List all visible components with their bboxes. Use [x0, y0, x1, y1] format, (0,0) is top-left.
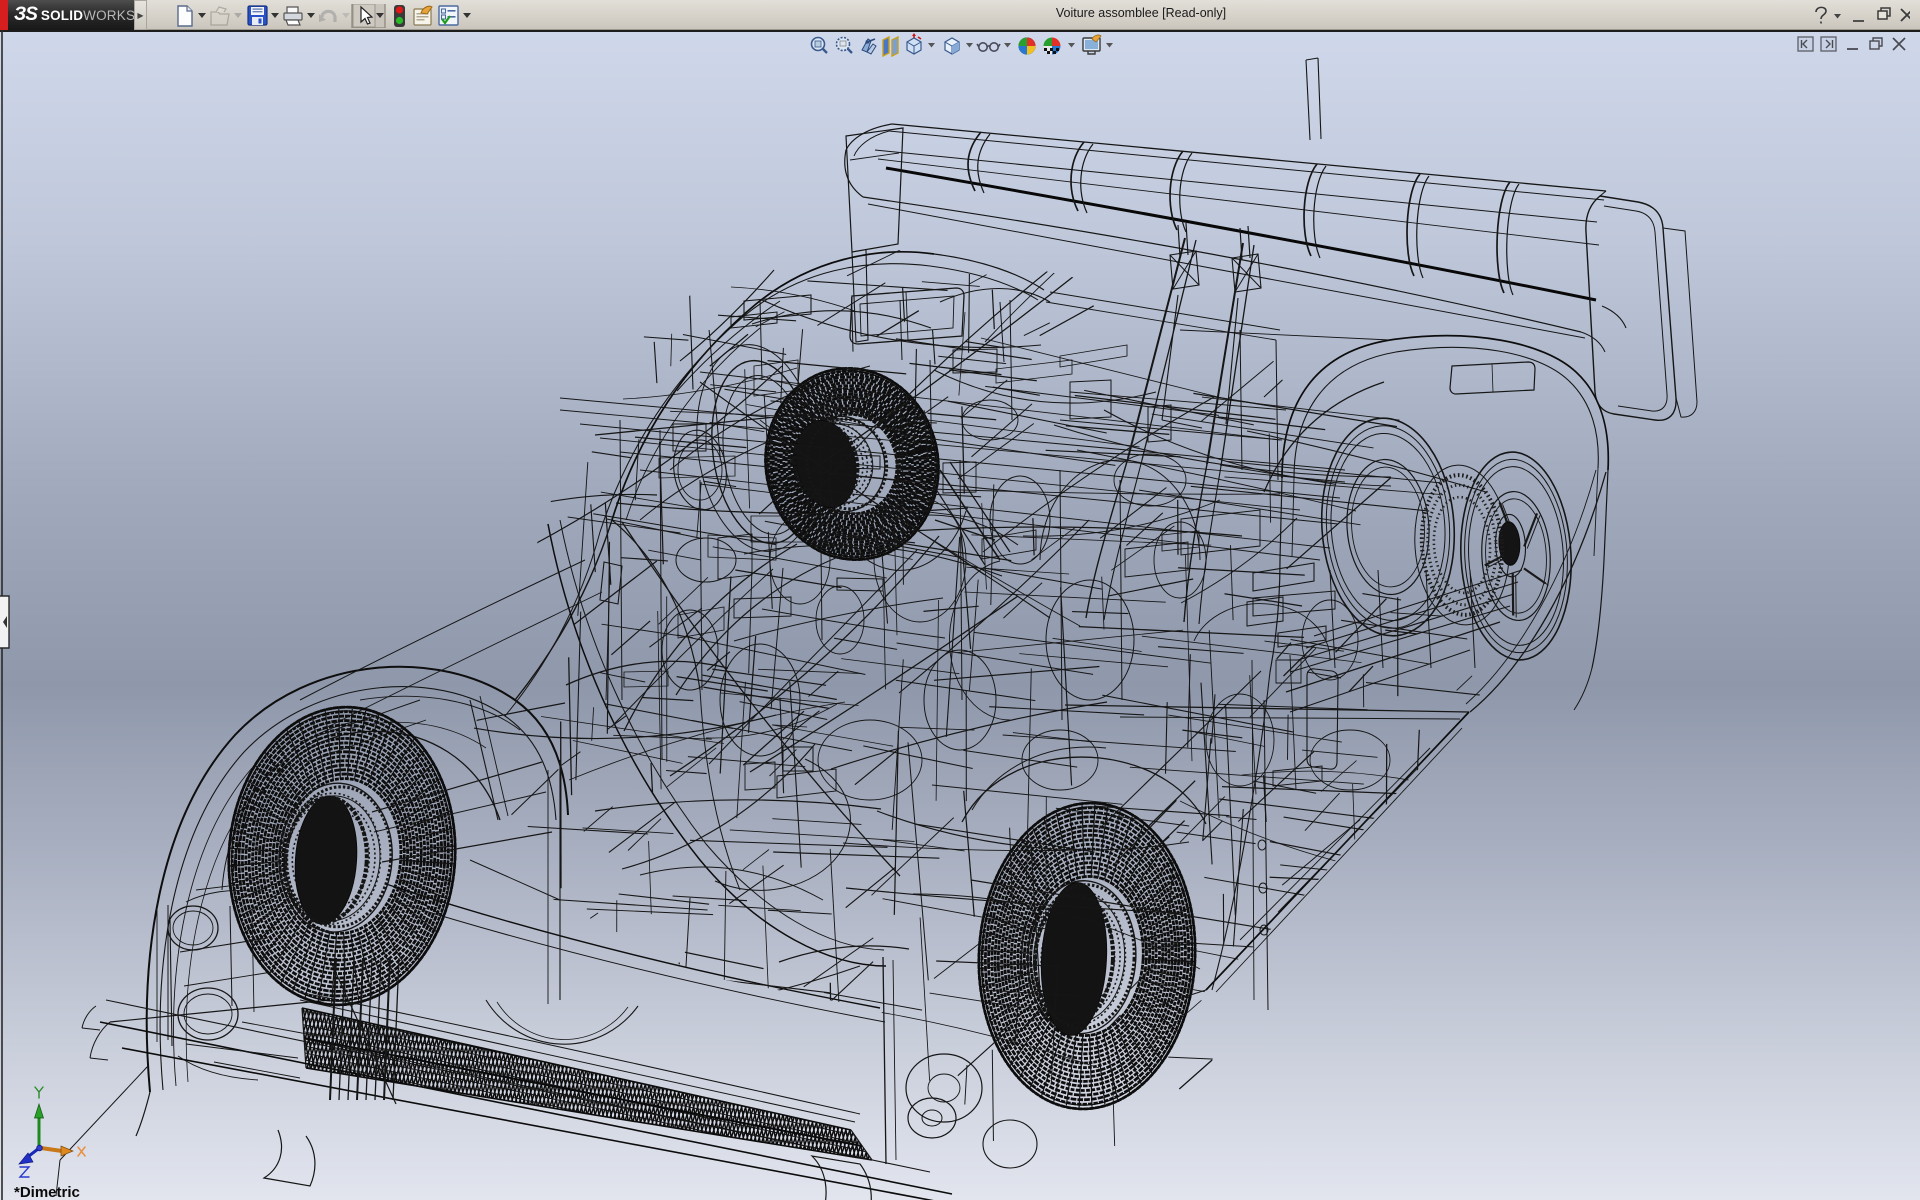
- svg-text:*Dimetric: *Dimetric: [14, 1184, 80, 1200]
